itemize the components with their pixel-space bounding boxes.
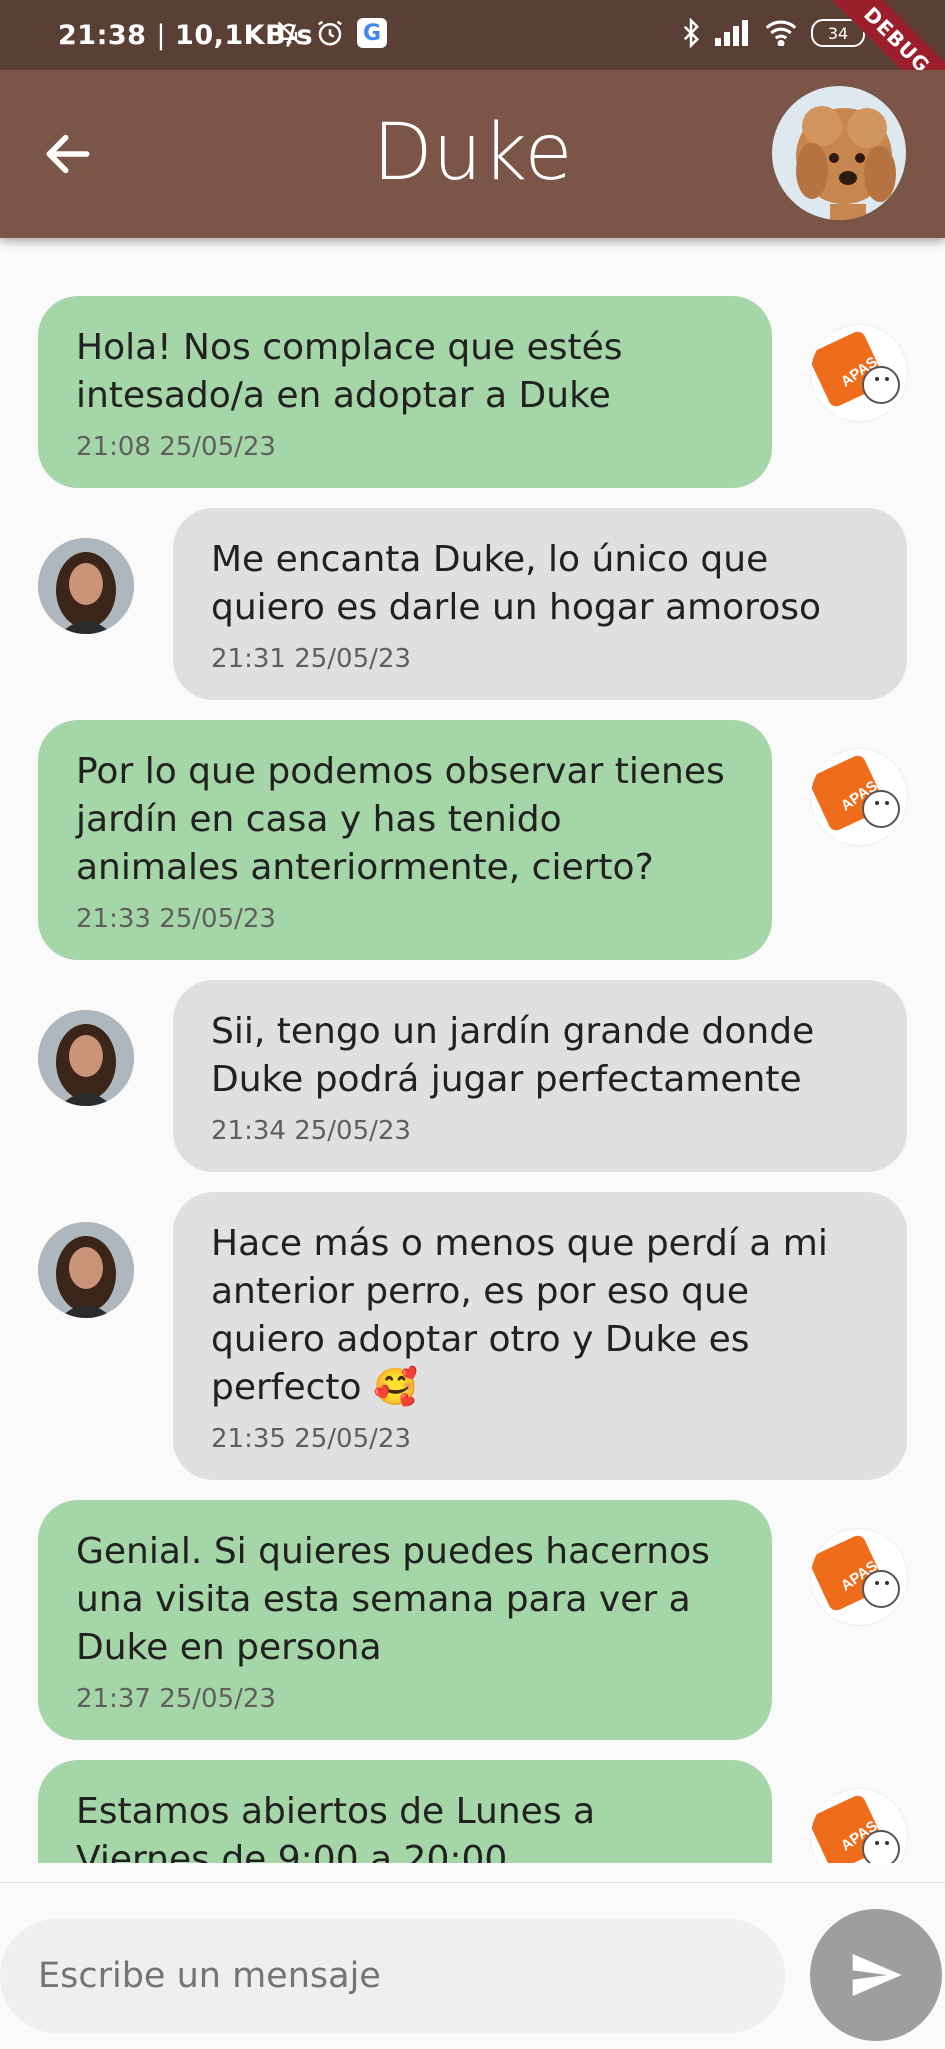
user-avatar: [38, 1222, 134, 1318]
message-bubble-shelter: Estamos abiertos de Lunes a Viernes de 9…: [38, 1760, 772, 1863]
shelter-logo-avatar: APASOS: [810, 1528, 908, 1626]
message-timestamp: 21:31 25/05/23: [211, 644, 411, 674]
message-bubble-user: Hace más o menos que perdí a mi anterior…: [173, 1192, 907, 1480]
send-icon: [852, 1954, 902, 1996]
user-avatar: [38, 538, 134, 634]
status-bar: 21:38 | 10,1KB/s G 34 DEBUG: [0, 0, 945, 131]
message-input[interactable]: [0, 1919, 785, 2033]
message-text: Hace más o menos que perdí a mi anterior…: [211, 1223, 828, 1408]
message-text: Hola! Nos complace que estés intesado/a …: [76, 327, 623, 416]
message-text: Me encanta Duke, lo único que quiero es …: [211, 539, 821, 628]
chat-list[interactable]: Hola! Nos complace que estés intesado/a …: [0, 238, 945, 1863]
bell-off-icon: [277, 21, 301, 45]
message-text: Por lo que podemos observar tienes jardí…: [76, 751, 725, 888]
wifi-icon: [765, 20, 797, 46]
bluetooth-icon: [683, 18, 700, 48]
message-timestamp: 21:08 25/05/23: [76, 432, 276, 462]
alarm-icon: [318, 20, 342, 46]
send-button[interactable]: [810, 1909, 942, 2041]
user-avatar: [38, 1010, 134, 1106]
message-text: Genial. Si quieres puedes hacernos una v…: [76, 1531, 710, 1668]
message-text: Sii, tengo un jardín grande donde Duke p…: [211, 1011, 815, 1100]
message-composer: [0, 1882, 945, 2049]
dog-avatar[interactable]: [772, 86, 906, 220]
status-time: 21:38: [58, 20, 147, 51]
shelter-logo-avatar: APASOS: [810, 324, 908, 422]
battery-level: 34: [827, 23, 849, 43]
message-timestamp: 21:35 25/05/23: [211, 1424, 411, 1454]
message-bubble-shelter: Hola! Nos complace que estés intesado/a …: [38, 296, 772, 488]
notification-icons: G: [275, 18, 387, 48]
google-icon: G: [357, 18, 387, 48]
shelter-logo-avatar: APASOS: [810, 748, 908, 846]
signal-icon: [715, 20, 748, 46]
message-text: Estamos abiertos de Lunes a Viernes de 9…: [76, 1791, 596, 1863]
system-icons: 34: [681, 18, 865, 48]
message-timestamp: 21:37 25/05/23: [76, 1684, 276, 1714]
message-bubble-user: Sii, tengo un jardín grande donde Duke p…: [173, 980, 907, 1172]
message-bubble-shelter: Por lo que podemos observar tienes jardí…: [38, 720, 772, 960]
message-bubble-shelter: Genial. Si quieres puedes hacernos una v…: [38, 1500, 772, 1740]
message-timestamp: 21:33 25/05/23: [76, 904, 276, 934]
message-timestamp: 21:34 25/05/23: [211, 1116, 411, 1146]
message-bubble-user: Me encanta Duke, lo único que quiero es …: [173, 508, 907, 700]
shelter-logo-avatar: APASOS: [810, 1788, 908, 1863]
app-bar: Duke: [0, 70, 945, 238]
